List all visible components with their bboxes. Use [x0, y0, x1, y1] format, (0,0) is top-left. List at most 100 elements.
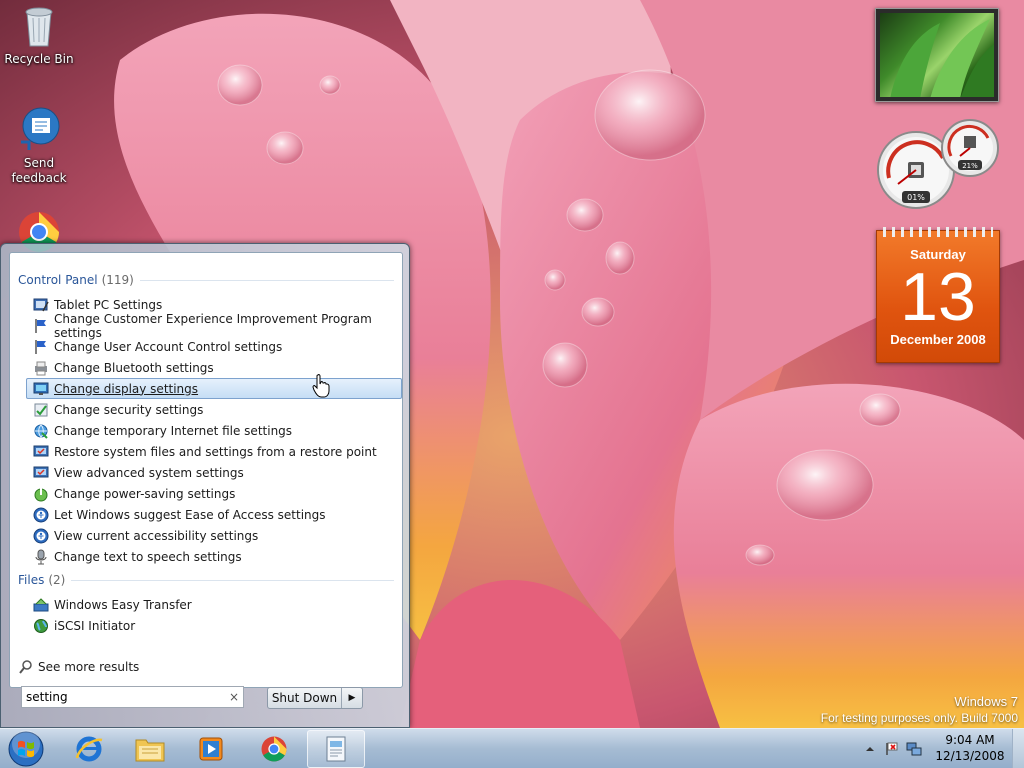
group-count: (2): [48, 573, 66, 587]
result-label: View current accessibility settings: [54, 528, 259, 543]
recycle-bin-icon: [15, 2, 63, 50]
taskbar-chrome[interactable]: [245, 730, 303, 768]
desktop-icon-send-feedback[interactable]: Send feedback: [0, 106, 78, 186]
windows-logo-icon: [8, 730, 44, 767]
result-ease-of-access-suggest[interactable]: Let Windows suggest Ease of Access setti…: [26, 504, 402, 525]
cpu-usage-value: 01%: [907, 193, 925, 202]
media-player-icon: [199, 737, 223, 761]
see-more-results-link[interactable]: See more results: [18, 657, 139, 677]
security-icon: [34, 403, 48, 416]
start-search-box[interactable]: ×: [21, 686, 244, 708]
desktop-icon-label: Send feedback: [11, 156, 67, 185]
system-icon: [33, 445, 49, 456]
printer-icon: [35, 361, 47, 375]
magnifier-icon: [19, 660, 32, 674]
desktop-icon-label: Recycle Bin: [4, 52, 74, 66]
group-title: Files: [18, 573, 45, 587]
taskbar-open-document[interactable]: [307, 730, 365, 768]
shut-down-label[interactable]: Shut Down: [268, 688, 342, 708]
search-results-pane: Control Panel (119) Tablet PC Settings C…: [9, 252, 403, 688]
result-windows-easy-transfer[interactable]: Windows Easy Transfer: [26, 594, 402, 615]
internet-options-icon: [34, 424, 48, 439]
group-header-control-panel[interactable]: Control Panel (119): [18, 272, 394, 288]
show-hidden-icons-icon[interactable]: [862, 741, 878, 757]
start-button[interactable]: [6, 730, 46, 768]
slideshow-gadget[interactable]: [875, 8, 999, 102]
result-system-restore[interactable]: Restore system files and settings from a…: [26, 441, 402, 462]
feedback-icon: [15, 106, 63, 154]
result-label: Change text to speech settings: [54, 549, 242, 564]
start-menu[interactable]: Control Panel (119) Tablet PC Settings C…: [0, 243, 410, 728]
hand-cursor-icon: [312, 374, 330, 398]
result-temp-internet-settings[interactable]: Change temporary Internet file settings: [26, 420, 402, 441]
calendar-rings: [883, 227, 993, 237]
flag-icon: [35, 339, 46, 354]
calendar-month-year: December 2008: [890, 332, 986, 347]
result-label: iSCSI Initiator: [54, 618, 136, 633]
group-divider: [139, 279, 394, 281]
see-more-label: See more results: [38, 660, 140, 674]
result-label: Change Bluetooth settings: [54, 360, 214, 375]
internet-explorer-icon: [75, 736, 103, 762]
cpu-meter-gadget[interactable]: 01% 21%: [874, 118, 1000, 210]
group-count: (119): [101, 273, 134, 287]
result-iscsi-initiator[interactable]: iSCSI Initiator: [26, 615, 402, 636]
result-label: Tablet PC Settings: [54, 297, 163, 312]
action-center-icon[interactable]: [884, 741, 900, 757]
flag-icon: [35, 318, 46, 333]
taskbar-internet-explorer[interactable]: [60, 730, 118, 768]
document-icon: [326, 736, 346, 762]
system-icon: [33, 466, 49, 477]
result-label: View advanced system settings: [54, 465, 244, 480]
watermark-brand: Windows 7: [954, 694, 1018, 709]
result-power-saving-settings[interactable]: Change power-saving settings: [26, 483, 402, 504]
taskbar-media-player[interactable]: [182, 730, 240, 768]
taskbar-windows-explorer[interactable]: [121, 730, 179, 768]
result-label: Change security settings: [54, 402, 204, 417]
result-accessibility-settings[interactable]: View current accessibility settings: [26, 525, 402, 546]
memory-usage-value: 21%: [962, 162, 978, 170]
result-label: Change temporary Internet file settings: [54, 423, 293, 438]
tablet-pc-icon: [33, 298, 49, 311]
result-label: Change User Account Control settings: [54, 339, 283, 354]
globe-icon: [34, 618, 48, 633]
result-uac-settings[interactable]: Change User Account Control settings: [26, 336, 402, 357]
result-label: Restore system files and settings from a…: [54, 444, 377, 459]
result-label: Change power-saving settings: [54, 486, 236, 501]
clear-search-icon[interactable]: ×: [225, 690, 243, 704]
folder-icon: [135, 739, 165, 762]
group-divider: [71, 579, 394, 581]
power-icon: [34, 487, 48, 501]
taskbar-clock[interactable]: 9:04 AM 12/13/2008: [930, 732, 1010, 764]
group-header-files[interactable]: Files (2): [18, 572, 394, 588]
build-watermark: Windows 7 For testing purposes only. Bui…: [821, 694, 1018, 726]
taskbar: 9:04 AM 12/13/2008: [0, 728, 1024, 768]
system-tray: [862, 729, 928, 768]
start-search-input[interactable]: [26, 688, 225, 706]
calendar-day-number: 13: [900, 259, 976, 335]
desktop-icon-recycle-bin[interactable]: Recycle Bin: [0, 2, 78, 67]
result-bluetooth-settings[interactable]: Change Bluetooth settings: [26, 357, 402, 378]
result-advanced-system-settings[interactable]: View advanced system settings: [26, 462, 402, 483]
shut-down-options-arrow-icon[interactable]: ▶: [342, 693, 362, 703]
result-display-settings[interactable]: Change display settings: [26, 378, 402, 399]
result-ceip-settings[interactable]: Change Customer Experience Improvement P…: [26, 312, 402, 340]
slideshow-image: [880, 13, 994, 97]
easy-transfer-icon: [33, 597, 49, 611]
clock-time: 9:04 AM: [945, 733, 995, 747]
result-text-to-speech-settings[interactable]: Change text to speech settings: [26, 546, 402, 567]
watermark-build: For testing purposes only. Build 7000: [820, 711, 1018, 725]
show-desktop-button[interactable]: [1012, 729, 1024, 768]
result-label: Let Windows suggest Ease of Access setti…: [54, 507, 326, 522]
network-icon[interactable]: [906, 741, 922, 757]
result-label: Change display settings: [54, 381, 199, 396]
microphone-icon: [35, 549, 47, 564]
shut-down-button[interactable]: Shut Down ▶: [267, 687, 363, 709]
display-icon: [33, 382, 49, 395]
ease-of-access-icon: [33, 507, 49, 522]
clock-date: 12/13/2008: [935, 749, 1005, 763]
result-security-settings[interactable]: Change security settings: [26, 399, 402, 420]
calendar-gadget[interactable]: Saturday 13 December 2008: [876, 227, 1000, 363]
result-label: Windows Easy Transfer: [54, 597, 192, 612]
group-title: Control Panel: [18, 273, 98, 287]
